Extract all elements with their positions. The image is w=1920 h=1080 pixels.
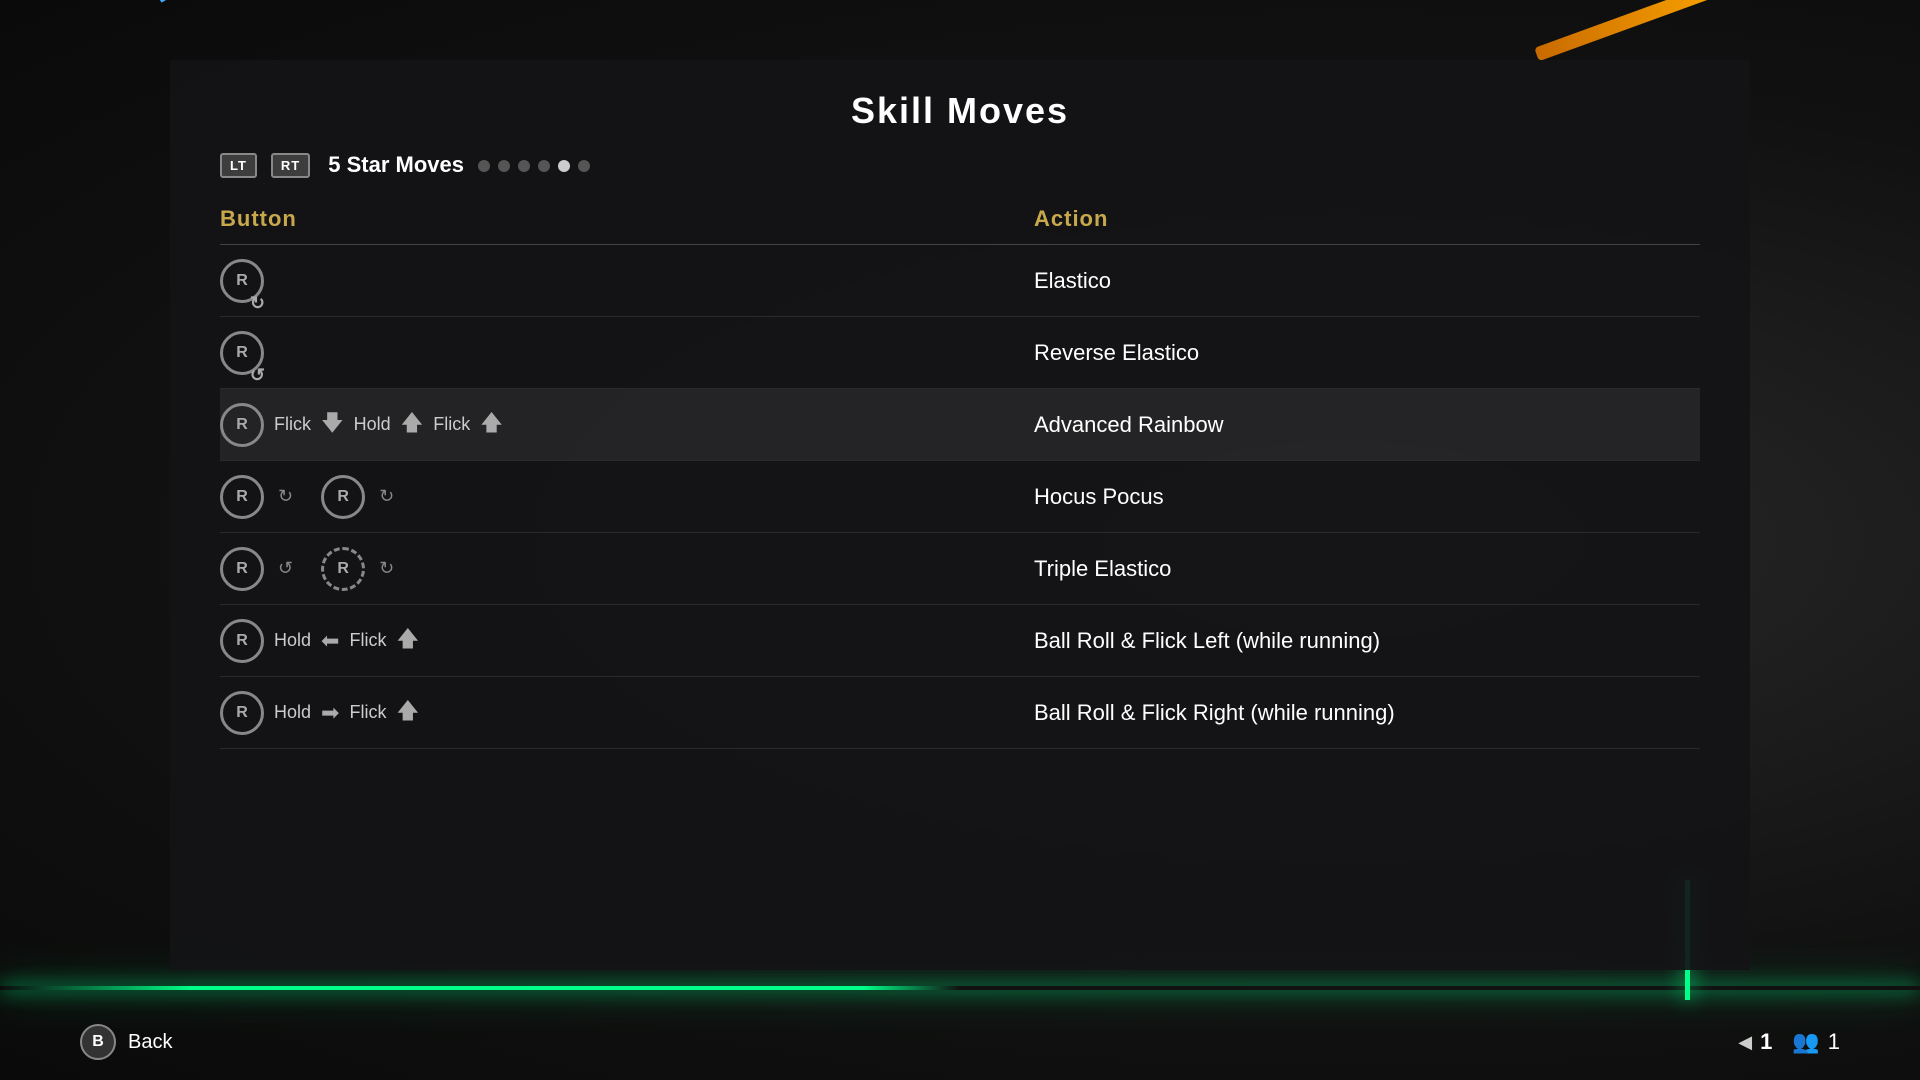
action-cell: Ball Roll & Flick Left (while running) bbox=[1034, 620, 1700, 662]
table-row[interactable]: → R Flick 🡇 Hold 🡅 Flick 🡅 Advanced Rain… bbox=[220, 389, 1700, 461]
tab-dot-5[interactable] bbox=[558, 160, 570, 172]
button-cell: R Hold ➡ Flick 🡅 bbox=[220, 683, 1034, 743]
left-arrow-icon: ⬅ bbox=[321, 628, 339, 654]
nav-row: LT RT 5 Star Moves bbox=[220, 152, 1700, 178]
columns-header: Button Action bbox=[220, 206, 1700, 232]
table-row[interactable]: R ↺ R ↻ Triple Elastico bbox=[220, 533, 1700, 605]
tab-dot-3[interactable] bbox=[518, 160, 530, 172]
hold-label: Hold bbox=[274, 702, 311, 723]
page-title: Skill Moves bbox=[220, 90, 1700, 132]
button-cell: R bbox=[220, 251, 1034, 311]
action-cell: Elastico bbox=[1034, 260, 1700, 302]
flick-label: Flick bbox=[349, 702, 386, 723]
table-row[interactable]: R ↻ R ↻ Hocus Pocus bbox=[220, 461, 1700, 533]
deco-green-line-bottom bbox=[0, 986, 1920, 990]
b-button-icon: B bbox=[80, 1024, 116, 1060]
r-stick-icon-a: R bbox=[220, 475, 264, 519]
lt-button[interactable]: LT bbox=[220, 153, 257, 178]
flick-label: Flick bbox=[349, 630, 386, 651]
category-label: 5 Star Moves bbox=[328, 152, 464, 178]
player-icon: 👥 bbox=[1792, 1029, 1819, 1055]
tab-dot-1[interactable] bbox=[478, 160, 490, 172]
hold-label: Hold bbox=[354, 414, 391, 435]
right-arrow-icon: ➡ bbox=[321, 700, 339, 726]
players-count: 👥 1 bbox=[1792, 1029, 1840, 1055]
tab-dot-4[interactable] bbox=[538, 160, 550, 172]
r-stick-icon-a: R bbox=[220, 547, 264, 591]
tab-dots bbox=[478, 160, 590, 172]
r-stick-icon: R bbox=[220, 691, 264, 735]
tab-dot-6[interactable] bbox=[578, 160, 590, 172]
table-row[interactable]: R Hold ⬅ Flick 🡅 Ball Roll & Flick Left … bbox=[220, 605, 1700, 677]
up-arrow-icon-2: 🡅 bbox=[480, 406, 503, 444]
main-panel: Skill Moves LT RT 5 Star Moves Button Ac… bbox=[170, 60, 1750, 970]
r-stick-icon: R bbox=[220, 331, 264, 375]
button-cell: R ↻ R ↻ bbox=[220, 467, 1034, 527]
button-column-header: Button bbox=[220, 206, 1034, 232]
button-cell: R Hold ⬅ Flick 🡅 bbox=[220, 611, 1034, 671]
button-cell: R bbox=[220, 323, 1034, 383]
action-cell: Ball Roll & Flick Right (while running) bbox=[1034, 692, 1700, 734]
tab-dot-2[interactable] bbox=[498, 160, 510, 172]
pager: ◀ 1 bbox=[1738, 1029, 1772, 1055]
player-count-label: 1 bbox=[1828, 1029, 1840, 1055]
action-cell: Triple Elastico bbox=[1034, 548, 1700, 590]
table-row[interactable]: R Hold ➡ Flick 🡅 Ball Roll & Flick Right… bbox=[220, 677, 1700, 749]
r-stick-icon-b: R bbox=[321, 475, 365, 519]
table-row[interactable]: R Elastico bbox=[220, 245, 1700, 317]
bottom-bar: B Back ◀ 1 👥 1 bbox=[80, 1024, 1840, 1060]
r-stick-icon: R bbox=[220, 619, 264, 663]
flick-label-1: Flick bbox=[274, 414, 311, 435]
button-cell: → R Flick 🡇 Hold 🡅 Flick 🡅 bbox=[220, 395, 1034, 455]
moves-list: R Elastico R Reverse Elastico → R Flick … bbox=[220, 245, 1700, 749]
hold-label: Hold bbox=[274, 630, 311, 651]
action-cell: Reverse Elastico bbox=[1034, 332, 1700, 374]
action-cell: Hocus Pocus bbox=[1034, 476, 1700, 518]
up-arrow-icon: 🡅 bbox=[396, 694, 419, 732]
up-arrow-icon-1: 🡅 bbox=[401, 406, 424, 444]
rt-button[interactable]: RT bbox=[271, 153, 310, 178]
bottom-right: ◀ 1 👥 1 bbox=[1738, 1029, 1840, 1055]
action-column-header: Action bbox=[1034, 206, 1700, 232]
flick-label-2: Flick bbox=[433, 414, 470, 435]
table-row[interactable]: R Reverse Elastico bbox=[220, 317, 1700, 389]
back-label: Back bbox=[128, 1031, 172, 1054]
action-cell: Advanced Rainbow bbox=[1034, 404, 1700, 446]
button-cell: R ↺ R ↻ bbox=[220, 539, 1034, 599]
down-arrow-icon: 🡇 bbox=[321, 406, 344, 444]
r-stick-icon: R bbox=[220, 403, 264, 447]
page-number: 1 bbox=[1760, 1029, 1772, 1055]
back-button[interactable]: B Back bbox=[80, 1024, 172, 1060]
r-stick-icon: R bbox=[220, 259, 264, 303]
r-stick-icon-b: R bbox=[321, 547, 365, 591]
pager-prev-icon[interactable]: ◀ bbox=[1738, 1032, 1752, 1053]
up-arrow-icon: 🡅 bbox=[396, 622, 419, 660]
